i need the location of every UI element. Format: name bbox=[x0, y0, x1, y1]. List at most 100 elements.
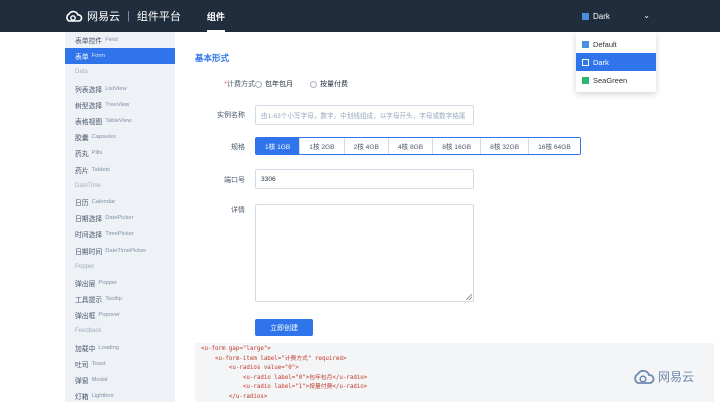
sidebar-item-tableview[interactable]: 表格视图 TableView bbox=[65, 113, 175, 129]
spec-option[interactable]: 16核 64GB bbox=[528, 138, 580, 154]
spec-label: 规格 bbox=[231, 144, 245, 151]
brand-name: 网易云 bbox=[87, 11, 120, 23]
sidebar-item-sublabel: Modal bbox=[91, 377, 108, 384]
sidebar-item-capsules[interactable]: 胶囊 Capsules bbox=[65, 129, 175, 145]
sidebar-item-popper[interactable]: 弹出层 Popper bbox=[65, 275, 175, 291]
sidebar-item-toast[interactable]: 吐司 Toast bbox=[65, 356, 175, 372]
brand-logo[interactable]: 网易云 | 组件平台 bbox=[64, 8, 181, 24]
sidebar-item-form[interactable]: 表单 Form bbox=[65, 48, 175, 65]
theme-selected-label: Dark bbox=[593, 11, 610, 21]
sidebar-item-sublabel: Field bbox=[105, 37, 118, 44]
code-line: <u-form gap="large"> bbox=[201, 346, 271, 352]
section-title: 基本形式 bbox=[195, 53, 230, 63]
sidebar-item-label: 药片 bbox=[75, 167, 89, 175]
watermark-text: 网易云 bbox=[658, 370, 695, 384]
spec-selector: 1核 1GB 1核 2GB 2核 4GB 4核 8GB 8核 16GB 8核 32GB 16… bbox=[255, 137, 581, 155]
sidebar-item-label: 药丸 bbox=[75, 151, 89, 159]
sidebar-item-sublabel: Popover bbox=[98, 312, 120, 319]
radio-monthly[interactable]: 包年包月 bbox=[255, 79, 293, 89]
radio-pay-as-you-go[interactable]: 按量付费 bbox=[310, 79, 348, 89]
submit-button[interactable]: 立即创建 bbox=[255, 319, 313, 336]
sidebar-item-sublabel: Loading bbox=[98, 344, 120, 351]
sidebar-item-modal[interactable]: 弹窗 Modal bbox=[65, 372, 175, 388]
sidebar-item-sublabel: DatePicker bbox=[105, 215, 134, 222]
sidebar-item-lightbox[interactable]: 灯箱 Lightbox bbox=[65, 388, 175, 402]
sidebar-group-label: Popper bbox=[75, 263, 95, 270]
port-label: 端口号 bbox=[224, 177, 245, 184]
main-content: 基本形式 *计费方式 包年包月 按量付费 实例名称 由1-63个小写字母，数字，… bbox=[175, 32, 720, 402]
sidebar-item-popover[interactable]: 弹出框 Popover bbox=[65, 307, 175, 323]
sidebar-item-sublabel: Tooltip bbox=[105, 296, 122, 303]
watermark: 网易云 bbox=[632, 368, 694, 385]
instance-placeholder: 由1-63个小写字母，数字，中划线组成，以字母开头，字母或数字结尾 bbox=[261, 113, 466, 120]
sidebar-item-pills[interactable]: 药丸 Pills bbox=[65, 145, 175, 161]
sidebar-item-datetimepicker[interactable]: 日期时间 DateTimePicker bbox=[65, 242, 175, 258]
port-input[interactable]: 3306 bbox=[255, 169, 474, 189]
sidebar-item-sublabel: Capsules bbox=[91, 134, 116, 141]
sidebar-item-sublabel: Pills bbox=[91, 150, 103, 157]
radio-label: 包年包月 bbox=[265, 81, 293, 88]
detail-textarea[interactable] bbox=[255, 204, 474, 302]
sidebar-item-label: 吐司 bbox=[75, 361, 89, 369]
sidebar-item-tooltip[interactable]: 工具提示 Tooltip bbox=[65, 291, 175, 307]
sidebar-item-label: 弹窗 bbox=[75, 378, 89, 386]
sidebar-item-sublabel: TreeView bbox=[105, 101, 130, 108]
sidebar-item-sublabel: DateTimePicker bbox=[105, 247, 147, 254]
sidebar-item-timepicker[interactable]: 时间选择 TimePicker bbox=[65, 226, 175, 242]
sidebar-item-label: 表格视图 bbox=[75, 119, 103, 127]
sidebar-item-label: 加载中 bbox=[75, 345, 96, 353]
nav-components[interactable]: 组件 bbox=[206, 0, 225, 32]
instance-name-input[interactable]: 由1-63个小写字母，数字，中划线组成，以字母开头，字母或数字结尾 bbox=[255, 105, 474, 125]
spec-option[interactable]: 8核 32GB bbox=[480, 138, 529, 154]
sidebar-item-treeview[interactable]: 树型选择 TreeView bbox=[65, 97, 175, 113]
billing-label: *计费方式 bbox=[224, 81, 255, 88]
sidebar-item-loading[interactable]: 加载中 Loading bbox=[65, 340, 175, 356]
sidebar-group-label: Feedback bbox=[75, 328, 102, 335]
theme-select[interactable]: Dark ⌄ bbox=[576, 0, 656, 32]
sidebar-item-tablets[interactable]: 药片 Tablets bbox=[65, 162, 175, 178]
radio-circle-icon bbox=[255, 80, 262, 88]
sidebar-item-label: 表单控件 bbox=[75, 38, 103, 46]
spec-option[interactable]: 8核 16GB bbox=[432, 138, 481, 154]
brand-separator: | bbox=[127, 10, 130, 22]
sidebar-item-calendar[interactable]: 日历 Calendar bbox=[65, 194, 175, 210]
sidebar-item-label: 树型选择 bbox=[75, 102, 103, 110]
sidebar-item-label: 日历 bbox=[75, 199, 89, 207]
spec-option[interactable]: 2核 4GB bbox=[343, 138, 388, 154]
sidebar-item-listview[interactable]: 列表选择 ListView bbox=[65, 81, 175, 97]
sidebar-item-label: 表单 bbox=[75, 54, 89, 62]
spec-option[interactable]: 4核 8GB bbox=[387, 138, 433, 154]
sidebar-item-sublabel: TableView bbox=[105, 118, 132, 125]
sidebar-item-sublabel: ListView bbox=[105, 85, 127, 92]
sidebar-item-label: 胶囊 bbox=[75, 135, 89, 143]
code-line: </u-radios> bbox=[201, 393, 268, 400]
cloud-logo-icon bbox=[634, 369, 655, 384]
code-line: <u-form-item label="计费方式" required> bbox=[201, 355, 347, 362]
radio-label: 按量付费 bbox=[320, 81, 348, 88]
spec-option[interactable]: 1核 2GB bbox=[299, 138, 344, 154]
sidebar-item-label: 弹出框 bbox=[75, 313, 96, 321]
sidebar-item-sublabel: Form bbox=[91, 53, 106, 60]
sidebar-item-sublabel: Toast bbox=[91, 360, 106, 367]
cloud-logo-icon bbox=[66, 10, 83, 22]
theme-swatch-icon bbox=[582, 12, 589, 20]
sidebar-item-label: 弹出层 bbox=[75, 280, 96, 288]
sidebar-item-field[interactable]: 表单控件 Field bbox=[65, 32, 175, 48]
spec-option[interactable]: 1核 1GB bbox=[256, 138, 300, 154]
detail-label: 详情 bbox=[231, 207, 245, 214]
sidebar-item-label: 灯箱 bbox=[75, 394, 89, 402]
port-value: 3306 bbox=[261, 175, 276, 183]
sidebar: 表单控件 Field 表单 Form Data 列表选择 ListView 树型选择 TreeV… bbox=[65, 32, 175, 402]
sidebar-item-sublabel: Calendar bbox=[91, 198, 116, 205]
sidebar-group-label: DateTime bbox=[75, 182, 101, 189]
sidebar-item-sublabel: Popper bbox=[98, 279, 118, 286]
sidebar-item-datepicker[interactable]: 日期选择 DatePicker bbox=[65, 210, 175, 226]
chevron-down-icon: ⌄ bbox=[643, 11, 650, 20]
resize-grip-icon[interactable] bbox=[466, 294, 472, 300]
platform-name: 组件平台 bbox=[136, 11, 181, 23]
sidebar-item-label: 日期时间 bbox=[75, 248, 103, 256]
radio-circle-icon bbox=[310, 80, 317, 88]
sidebar-item-label: 日期选择 bbox=[75, 216, 103, 224]
sidebar-item-label: 时间选择 bbox=[75, 232, 103, 240]
instance-label: 实例名称 bbox=[217, 112, 245, 119]
